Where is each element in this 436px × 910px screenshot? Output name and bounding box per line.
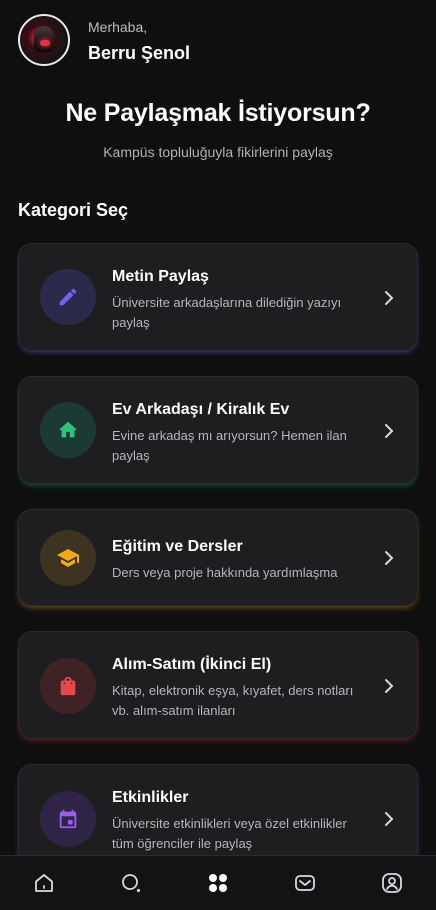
category-title: Eğitim ve Dersler	[112, 538, 243, 555]
greeting-block: Merhaba, Berru Şenol	[88, 17, 190, 64]
home-icon	[34, 874, 53, 892]
nav-search[interactable]	[111, 863, 151, 903]
section-title: Kategori Seç	[18, 200, 129, 220]
search-icon	[121, 874, 140, 893]
nav-create[interactable]	[198, 863, 238, 903]
greeting-text: Merhaba,	[88, 18, 148, 35]
category-title: Metin Paylaş	[112, 268, 209, 285]
category-card-buy-sell[interactable]: Alım-Satım (İkinci El) Kitap, elektronik…	[18, 631, 418, 739]
pencil-icon	[59, 288, 77, 306]
chevron-right-icon	[385, 424, 394, 438]
chevron-right-icon	[385, 551, 394, 565]
nav-profile[interactable]	[372, 863, 412, 903]
category-title: Ev Arkadaşı / Kiralık Ev	[112, 401, 290, 418]
category-icon-wrap	[40, 269, 96, 325]
category-description: Kitap, elektronik eşya, kıyafet, ders no…	[112, 683, 354, 718]
shopping-bag-icon	[60, 676, 76, 696]
avatar[interactable]	[18, 14, 70, 66]
inbox-icon	[295, 875, 316, 891]
bottom-nav	[0, 855, 436, 910]
profile-icon	[382, 873, 403, 893]
category-description: Üniversite arkadaşlarına dilediğin yazıy…	[112, 295, 342, 330]
category-title: Etkinlikler	[112, 789, 189, 806]
page-title: Ne Paylaşmak İstiyorsun?	[65, 99, 371, 127]
category-card-education[interactable]: Eğitim ve Dersler Ders veya proje hakkın…	[18, 509, 418, 606]
category-title: Alım-Satım (İkinci El)	[112, 656, 272, 673]
category-description: Üniversite etkinlikleri veya özel etkinl…	[112, 816, 347, 851]
graduation-cap-icon	[57, 549, 79, 567]
category-description: Ders veya proje hakkında yardımlaşma	[112, 565, 338, 580]
category-icon-wrap	[40, 791, 96, 847]
category-card-roommate[interactable]: Ev Arkadaşı / Kiralık Ev Evine arkadaş m…	[18, 376, 418, 484]
nav-inbox[interactable]	[285, 863, 325, 903]
category-card-text-share[interactable]: Metin Paylaş Üniversite arkadaşlarına di…	[18, 243, 418, 351]
chevron-right-icon	[385, 291, 394, 305]
header: Merhaba, Berru Şenol	[18, 14, 190, 66]
category-description: Evine arkadaş mı arıyorsun? Hemen ilan p…	[112, 428, 347, 463]
calendar-icon	[59, 809, 77, 829]
page-subtitle: Kampüs topluluğuyla fikirlerini paylaş	[103, 144, 333, 160]
category-icon-wrap	[40, 658, 96, 714]
chevron-right-icon	[385, 812, 394, 826]
category-icon-wrap	[40, 530, 96, 586]
home-icon	[58, 421, 78, 438]
chevron-right-icon	[385, 679, 394, 693]
grid-icon	[208, 874, 227, 892]
nav-home[interactable]	[24, 863, 64, 903]
user-name: Berru Şenol	[88, 42, 191, 63]
category-icon-wrap	[40, 402, 96, 458]
